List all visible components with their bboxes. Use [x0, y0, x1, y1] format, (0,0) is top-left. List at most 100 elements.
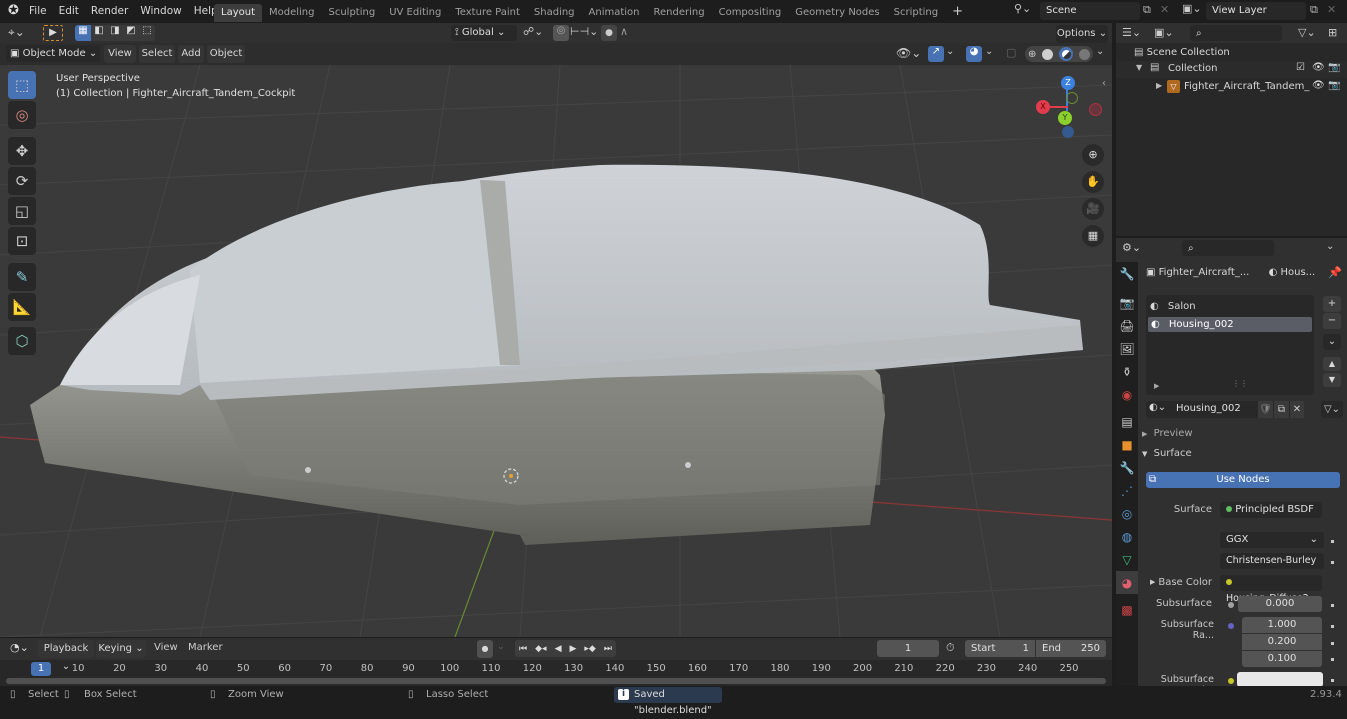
- scale-tool-icon[interactable]: ◱: [8, 197, 36, 225]
- tab-geometry-nodes[interactable]: Geometry Nodes: [788, 4, 886, 22]
- keyframe-dot[interactable]: [1331, 658, 1334, 661]
- collection-tab-icon[interactable]: ▤: [1116, 410, 1138, 433]
- properties-editor-type-icon[interactable]: ⚙⌄: [1122, 241, 1141, 254]
- visibility-eye-icon[interactable]: 👁: [1312, 62, 1325, 73]
- move-slot-down-button[interactable]: ▼: [1323, 373, 1341, 387]
- add-workspace-button[interactable]: +: [945, 3, 970, 21]
- material-name-field[interactable]: Housing_002: [1176, 403, 1241, 414]
- mode-extend-icon[interactable]: ◧: [91, 25, 107, 41]
- annotate-tool-icon[interactable]: ✎: [8, 263, 36, 291]
- outliner-row-object[interactable]: ▶ ▽ Fighter_Aircraft_Tandem_ 👁 📷: [1116, 79, 1347, 96]
- playhead[interactable]: 1: [31, 662, 51, 676]
- subsurface-radius-z-field[interactable]: 0.100: [1242, 651, 1322, 667]
- menu-file[interactable]: File: [23, 0, 53, 22]
- rendered-shading-icon[interactable]: [1079, 48, 1090, 60]
- 3d-viewport[interactable]: User Perspective (1) Collection | Fighte…: [0, 65, 1112, 637]
- report-message[interactable]: i Saved "blender.blend": [614, 687, 722, 716]
- preview-panel-header[interactable]: ▶ Preview: [1142, 428, 1347, 439]
- menu-select[interactable]: Select: [139, 45, 175, 63]
- orientation-dropdown[interactable]: ⟟ Global ⌄: [451, 25, 517, 41]
- gizmo-neg-x[interactable]: [1089, 103, 1102, 116]
- view-layer-tab-icon[interactable]: 🖼: [1116, 337, 1138, 360]
- timeline-scrollbar[interactable]: [6, 678, 1106, 684]
- view-layer-icon[interactable]: ▣⌄: [1182, 2, 1202, 15]
- gizmo-neg-z[interactable]: [1062, 126, 1074, 138]
- exclude-checkbox[interactable]: ☑: [1296, 62, 1305, 73]
- options-dropdown[interactable]: Options ⌄: [1056, 25, 1108, 43]
- link-type-icon[interactable]: ▽⌄: [1321, 401, 1343, 418]
- gizmo-x-axis[interactable]: X: [1036, 100, 1050, 114]
- data-tab-icon[interactable]: ▽: [1116, 548, 1138, 571]
- tab-shading[interactable]: Shading: [527, 4, 582, 22]
- view-layer-field[interactable]: View Layer: [1206, 2, 1306, 20]
- output-tab-icon[interactable]: 🖨: [1116, 314, 1138, 337]
- cursor-tool-icon[interactable]: ◎: [8, 101, 36, 129]
- visibility-eye-icon[interactable]: 👁: [1312, 80, 1325, 91]
- menu-add[interactable]: Add: [178, 45, 204, 63]
- gizmo-dropdown-icon[interactable]: ⌄: [946, 46, 954, 57]
- texture-tab-icon[interactable]: ▩: [1116, 598, 1138, 621]
- measure-tool-icon[interactable]: 📐: [8, 293, 36, 321]
- render-tab-icon[interactable]: 📷: [1116, 291, 1138, 314]
- world-tab-icon[interactable]: ◉: [1116, 383, 1138, 406]
- scene-name-field[interactable]: Scene: [1040, 2, 1140, 20]
- proportional-edit-icon[interactable]: ●: [601, 25, 617, 41]
- unlink-material-icon[interactable]: ✕: [1290, 401, 1304, 418]
- cockpit-model[interactable]: [30, 164, 1083, 545]
- snap-toggle-icon[interactable]: ◎: [553, 25, 569, 41]
- snap-element-icon[interactable]: ⊢⊣⌄: [570, 25, 598, 38]
- use-nodes-button[interactable]: ⧉ Use Nodes: [1146, 472, 1340, 488]
- keyframe-dot[interactable]: [1331, 642, 1334, 645]
- delete-scene-icon[interactable]: ✕: [1160, 3, 1169, 16]
- mode-subtract-icon[interactable]: ◨: [107, 25, 123, 41]
- render-camera-icon[interactable]: 📷: [1328, 80, 1340, 91]
- gizmo-neg-y[interactable]: [1066, 92, 1078, 104]
- expand-arrow-icon[interactable]: ▶: [1156, 81, 1162, 90]
- material-slot-list[interactable]: ◐ Salon ◐ Housing_002 ▶ ⋮⋮: [1146, 295, 1314, 395]
- menu-view[interactable]: View: [104, 45, 136, 63]
- navigation-gizmo[interactable]: Z X Y: [1030, 73, 1110, 143]
- tab-modeling[interactable]: Modeling: [262, 4, 322, 22]
- distribution-dropdown[interactable]: GGX ⌄: [1220, 532, 1324, 548]
- scene-selector-icon[interactable]: ⚲⌄: [1014, 2, 1040, 20]
- gizmo-z-axis[interactable]: Z: [1061, 76, 1075, 90]
- display-mode-icon[interactable]: ▣⌄: [1154, 26, 1174, 39]
- move-slot-up-button[interactable]: ▲: [1323, 357, 1341, 371]
- properties-options-icon[interactable]: ⌄: [1326, 241, 1334, 252]
- tool-select-icon[interactable]: ▶: [43, 25, 63, 41]
- transform-tool-icon[interactable]: ⊡: [8, 227, 36, 255]
- expand-arrow-icon[interactable]: ▼: [1136, 63, 1142, 72]
- socket-dot[interactable]: [1228, 602, 1234, 608]
- subsurface-method-dropdown[interactable]: Christensen-Burley⌄: [1220, 553, 1324, 582]
- material-slot-item[interactable]: ◐ Salon: [1150, 301, 1196, 312]
- modifier-tab-icon[interactable]: 🔧: [1116, 456, 1138, 479]
- mode-intersect-icon[interactable]: ⬚: [139, 25, 155, 41]
- remove-slot-button[interactable]: −: [1323, 313, 1341, 329]
- tab-scripting[interactable]: Scripting: [887, 4, 945, 22]
- browse-material-icon[interactable]: ◐⌄: [1149, 402, 1166, 413]
- delete-view-layer-icon[interactable]: ✕: [1327, 3, 1336, 16]
- wireframe-shading-icon[interactable]: ⊕: [1028, 49, 1036, 60]
- material-slot-item-selected[interactable]: ◐ Housing_002: [1148, 317, 1312, 332]
- menu-render[interactable]: Render: [85, 0, 134, 22]
- new-scene-icon[interactable]: ⧉: [1143, 3, 1151, 17]
- scene-tab-icon[interactable]: ⚱: [1116, 360, 1138, 383]
- falloff-icon[interactable]: ∧: [620, 25, 628, 38]
- material-tab-icon[interactable]: ◕: [1116, 571, 1138, 594]
- menu-object[interactable]: Object: [207, 45, 245, 63]
- render-camera-icon[interactable]: 📷: [1328, 62, 1340, 73]
- menu-edit[interactable]: Edit: [53, 0, 85, 22]
- object-tab-icon[interactable]: ■: [1116, 433, 1138, 456]
- surface-shader-field[interactable]: Principled BSDF: [1220, 502, 1322, 518]
- keyframe-dot[interactable]: [1331, 604, 1334, 607]
- tab-animation[interactable]: Animation: [582, 4, 647, 22]
- tab-texture-paint[interactable]: Texture Paint: [448, 4, 527, 22]
- subsurface-radius-y-field[interactable]: 0.200: [1242, 634, 1322, 650]
- keyframe-dot[interactable]: [1331, 540, 1334, 543]
- zoom-view-icon[interactable]: ⊕: [1082, 144, 1104, 166]
- tab-sculpting[interactable]: Sculpting: [322, 4, 383, 22]
- socket-dot[interactable]: [1228, 623, 1234, 629]
- solid-shading-icon[interactable]: [1042, 48, 1054, 60]
- physics-tab-icon[interactable]: ◎: [1116, 502, 1138, 525]
- tab-layout[interactable]: Layout: [214, 4, 262, 22]
